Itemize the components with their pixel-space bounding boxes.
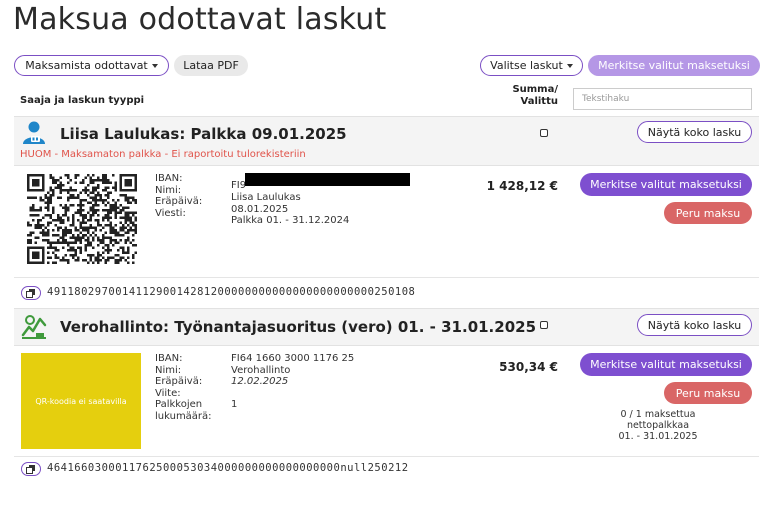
chevron-down-icon xyxy=(566,63,573,68)
reference-number: 4911802970014112900142812000000000000000… xyxy=(47,286,416,298)
iban-value: FI9 xyxy=(231,180,247,191)
invoice-warning: HUOM - Maksamaton palkka - Ei raportoitu… xyxy=(20,149,306,160)
mark-paid-button[interactable]: Merkitse valitut maksetuksi xyxy=(580,173,752,196)
sum-column-header: Summa/ Valittu xyxy=(498,84,558,108)
invoice-field-values: FI9 Liisa Laulukas 08.01.2025 Palkka 01.… xyxy=(231,173,410,227)
invoice-field-values: FI64 1660 3000 1176 25 Verohallinto 12.0… xyxy=(231,353,354,411)
sum-header-line2: Valittu xyxy=(520,96,558,107)
copy-icon xyxy=(26,464,35,474)
page-title: Maksua odottavat laskut xyxy=(13,2,387,37)
redaction-bar xyxy=(245,173,410,186)
due-date-value: 12.02.2025 xyxy=(231,376,289,387)
note-line: 01. - 31.01.2025 xyxy=(618,431,698,442)
sum-header-line1: Summa/ xyxy=(512,84,558,95)
copy-reference-button[interactable] xyxy=(21,286,41,300)
search-input[interactable] xyxy=(573,88,752,110)
copy-icon xyxy=(26,288,35,298)
cancel-payment-button[interactable]: Peru maksu xyxy=(664,382,752,404)
chevron-down-icon xyxy=(151,63,158,68)
invoice-select-checkbox[interactable] xyxy=(540,321,548,329)
person-icon xyxy=(23,121,45,144)
invoice-title: Verohallinto: Työnantajasuoritus (vero) … xyxy=(60,318,537,336)
select-invoices-label: Valitse laskut xyxy=(490,59,563,72)
due-date-value: 08.01.2025 xyxy=(231,203,289,215)
copy-reference-button[interactable] xyxy=(21,462,41,476)
show-full-invoice-button[interactable]: Näytä koko lasku xyxy=(637,314,752,336)
divider xyxy=(14,277,759,278)
payroll-count-value: 1 xyxy=(231,399,238,410)
mark-paid-button[interactable]: Merkitse valitut maksetuksi xyxy=(580,353,752,376)
invoice-amount: 530,34 € xyxy=(499,360,558,374)
recipient-column-header: Saaja ja laskun tyyppi xyxy=(20,95,145,106)
qr-code-image xyxy=(27,174,137,264)
select-invoices-dropdown[interactable]: Valitse laskut xyxy=(480,55,583,76)
invoice-field-labels: IBAN: Nimi: Eräpäivä: Viesti: xyxy=(155,173,203,219)
invoice-field-labels: IBAN: Nimi: Eräpäivä: Viite: Palkkojen l… xyxy=(155,353,212,422)
note-line: nettopalkkaa xyxy=(626,420,690,431)
reference-field-value xyxy=(231,388,354,400)
divider xyxy=(14,456,759,457)
cancel-payment-button[interactable]: Peru maksu xyxy=(664,202,752,224)
invoice-title: Liisa Laulukas: Palkka 09.01.2025 xyxy=(60,125,347,143)
name-value: Verohallinto xyxy=(231,364,291,376)
invoice-select-checkbox[interactable] xyxy=(540,129,548,137)
invoice-amount: 1 428,12 € xyxy=(486,179,558,193)
iban-value: FI64 1660 3000 1176 25 xyxy=(231,353,355,364)
note-line: 0 / 1 maksettua xyxy=(620,409,696,420)
download-pdf-button[interactable]: Lataa PDF xyxy=(174,55,248,76)
mark-selected-paid-button[interactable]: Merkitse valitut maksetuksi xyxy=(588,55,760,76)
reference-number: 4641660300011762500053034000000000000000… xyxy=(47,462,409,474)
filter-dropdown-label: Maksamista odottavat xyxy=(25,59,148,72)
payroll-paid-note: 0 / 1 maksettua nettopalkkaa 01. - 31.01… xyxy=(603,409,713,442)
qr-unavailable-placeholder: QR-koodia ei saatavilla xyxy=(21,353,141,449)
name-value: Liisa Laulukas xyxy=(231,192,301,203)
show-full-invoice-button[interactable]: Näytä koko lasku xyxy=(637,121,752,143)
filter-dropdown[interactable]: Maksamista odottavat xyxy=(14,55,169,76)
tax-authority-logo-icon xyxy=(21,315,47,339)
message-value: Palkka 01. - 31.12.2024 xyxy=(231,215,350,226)
